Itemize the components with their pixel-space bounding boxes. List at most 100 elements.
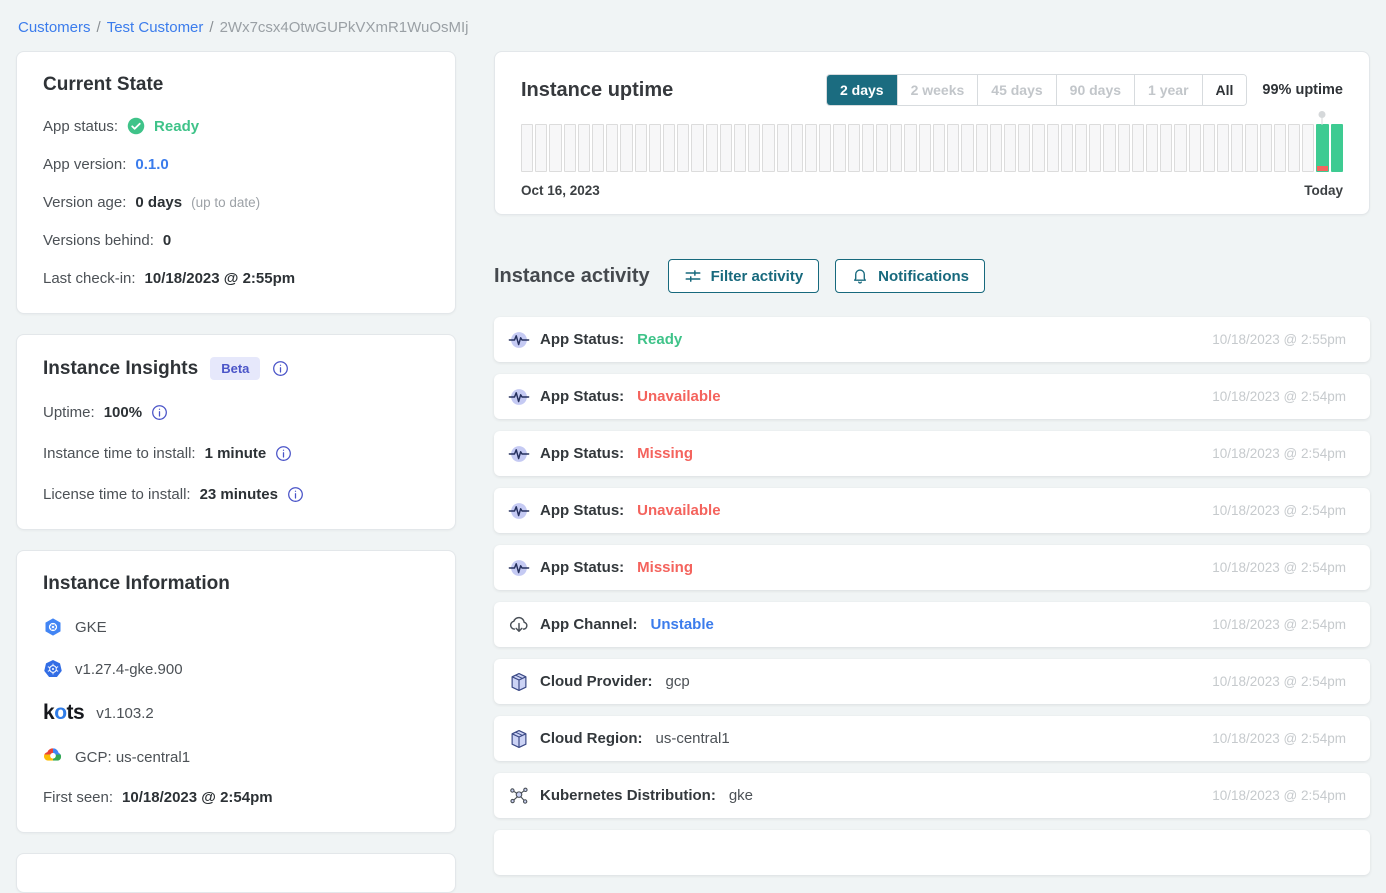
package-icon [508,671,530,693]
instance-activity-title: Instance activity [494,265,650,288]
uptime-chart[interactable]: Oct 16, 2023 Today [521,124,1343,198]
pulse-icon [508,500,530,522]
first-seen-row: First seen: 10/18/2023 @ 2:54pm [43,789,429,806]
info-icon[interactable] [272,360,289,377]
breadcrumb-customers-link[interactable]: Customers [18,19,91,36]
uptime-bar-no-data [904,124,916,172]
uptime-bar-no-data [762,124,774,172]
range-button-2-days[interactable]: 2 days [827,75,897,105]
activity-timestamp: 10/18/2023 @ 2:54pm [1212,617,1346,632]
version-age-row: Version age: 0 days (up to date) [43,194,429,211]
kubernetes-version-text: v1.27.4-gke.900 [75,661,183,678]
first-seen-label: First seen: [43,789,113,806]
filter-activity-label: Filter activity [711,268,804,285]
pulse-icon [508,386,530,408]
app-version-label: App version: [43,156,126,173]
instance-insights-card: Instance Insights Beta Uptime: 100% Inst… [16,334,456,530]
uptime-bar-no-data [1274,124,1286,172]
chart-start-label: Oct 16, 2023 [521,183,600,198]
info-icon[interactable] [275,445,292,462]
uptime-bar-no-data [1260,124,1272,172]
activity-value: gke [729,787,753,804]
app-status-row: App status: Ready [43,117,429,135]
activity-value: Missing [637,445,693,462]
instance-information-title: Instance Information [43,573,429,595]
gcp-icon [43,747,63,767]
page: Customers/Test Customer/2Wx7csx4OtwGUPkV… [0,0,1386,893]
chart-end-label: Today [1304,183,1343,198]
last-checkin-row: Last check-in: 10/18/2023 @ 2:55pm [43,270,429,287]
range-button-all[interactable]: All [1202,75,1247,105]
uptime-bar-no-data [635,124,647,172]
license-tti-row: License time to install: 23 minutes [43,486,429,503]
uptime-bar-no-data [1103,124,1115,172]
instance-insights-title: Instance Insights [43,358,198,380]
package-icon [508,728,530,750]
activity-value: Unavailable [637,388,720,405]
beta-badge: Beta [210,357,260,380]
instance-activity-header: Instance activity Filter activity Notifi… [494,259,1370,293]
version-age-note: (up to date) [191,195,260,210]
activity-label: App Status: [540,445,624,462]
activity-label: Cloud Provider: [540,673,653,690]
uptime-summary: 99% uptime [1262,82,1343,98]
kots-logo: kots [43,701,84,725]
uptime-bar-no-data [535,124,547,172]
uptime-bar-no-data [1089,124,1101,172]
current-state-title: Current State [43,74,429,96]
info-icon[interactable] [287,486,304,503]
uptime-bar-no-data [833,124,845,172]
license-tti-value: 23 minutes [200,486,278,503]
uptime-range-group: 2 days 2 weeks 45 days 90 days 1 year Al… [826,74,1247,106]
notifications-button[interactable]: Notifications [835,259,985,293]
uptime-bar-no-data [777,124,789,172]
activity-value: Ready [637,331,682,348]
activity-label: App Status: [540,502,624,519]
uptime-bar-no-data [1203,124,1215,172]
versions-behind-row: Versions behind: 0 [43,232,429,249]
uptime-bar-no-data [734,124,746,172]
activity-timestamp: 10/18/2023 @ 2:54pm [1212,446,1346,461]
filter-activity-button[interactable]: Filter activity [668,259,820,293]
hover-marker-dot [1318,111,1325,118]
uptime-bar-no-data [677,124,689,172]
range-button-2-weeks[interactable]: 2 weeks [897,75,978,105]
uptime-bar-no-data [1132,124,1144,172]
uptime-bar-no-data [1245,124,1257,172]
activity-value: gcp [666,673,690,690]
partial-card [16,853,456,893]
uptime-bar-up [1331,124,1343,172]
uptime-bar-no-data [1061,124,1073,172]
uptime-bar-no-data [1217,124,1229,172]
distribution-item: GKE [43,617,429,637]
current-state-card: Current State App status: Ready App vers… [16,51,456,314]
uptime-bar-no-data [933,124,945,172]
pulse-icon [508,329,530,351]
app-version-row: App version: 0.1.0 [43,156,429,173]
info-icon[interactable] [151,404,168,421]
uptime-bar-no-data [947,124,959,172]
uptime-bar-no-data [805,124,817,172]
range-button-45-days[interactable]: 45 days [977,75,1055,105]
uptime-bar-no-data [1231,124,1243,172]
activity-timestamp: 10/18/2023 @ 2:55pm [1212,332,1346,347]
app-version-link[interactable]: 0.1.0 [135,156,168,173]
versions-behind-value: 0 [163,232,171,249]
kots-version-text: v1.103.2 [96,705,154,722]
uptime-bar-no-data [706,124,718,172]
breadcrumb-separator: / [97,19,101,36]
version-age-value: 0 days [135,194,182,211]
breadcrumb-customer-link[interactable]: Test Customer [107,19,204,36]
instance-information-card: Instance Information GKE v1.27.4-gke.900… [16,550,456,833]
uptime-bar-no-data [961,124,973,172]
uptime-bars [521,124,1343,172]
activity-row-partial [494,830,1370,875]
activity-label: App Status: [540,388,624,405]
range-button-90-days[interactable]: 90 days [1056,75,1134,105]
uptime-bar-no-data [1018,124,1030,172]
activity-row: App Status:Ready10/18/2023 @ 2:55pm [494,317,1370,362]
uptime-bar-no-data [1075,124,1087,172]
uptime-bar-no-data [578,124,590,172]
range-button-1-year[interactable]: 1 year [1134,75,1201,105]
uptime-value: 100% [104,404,142,421]
